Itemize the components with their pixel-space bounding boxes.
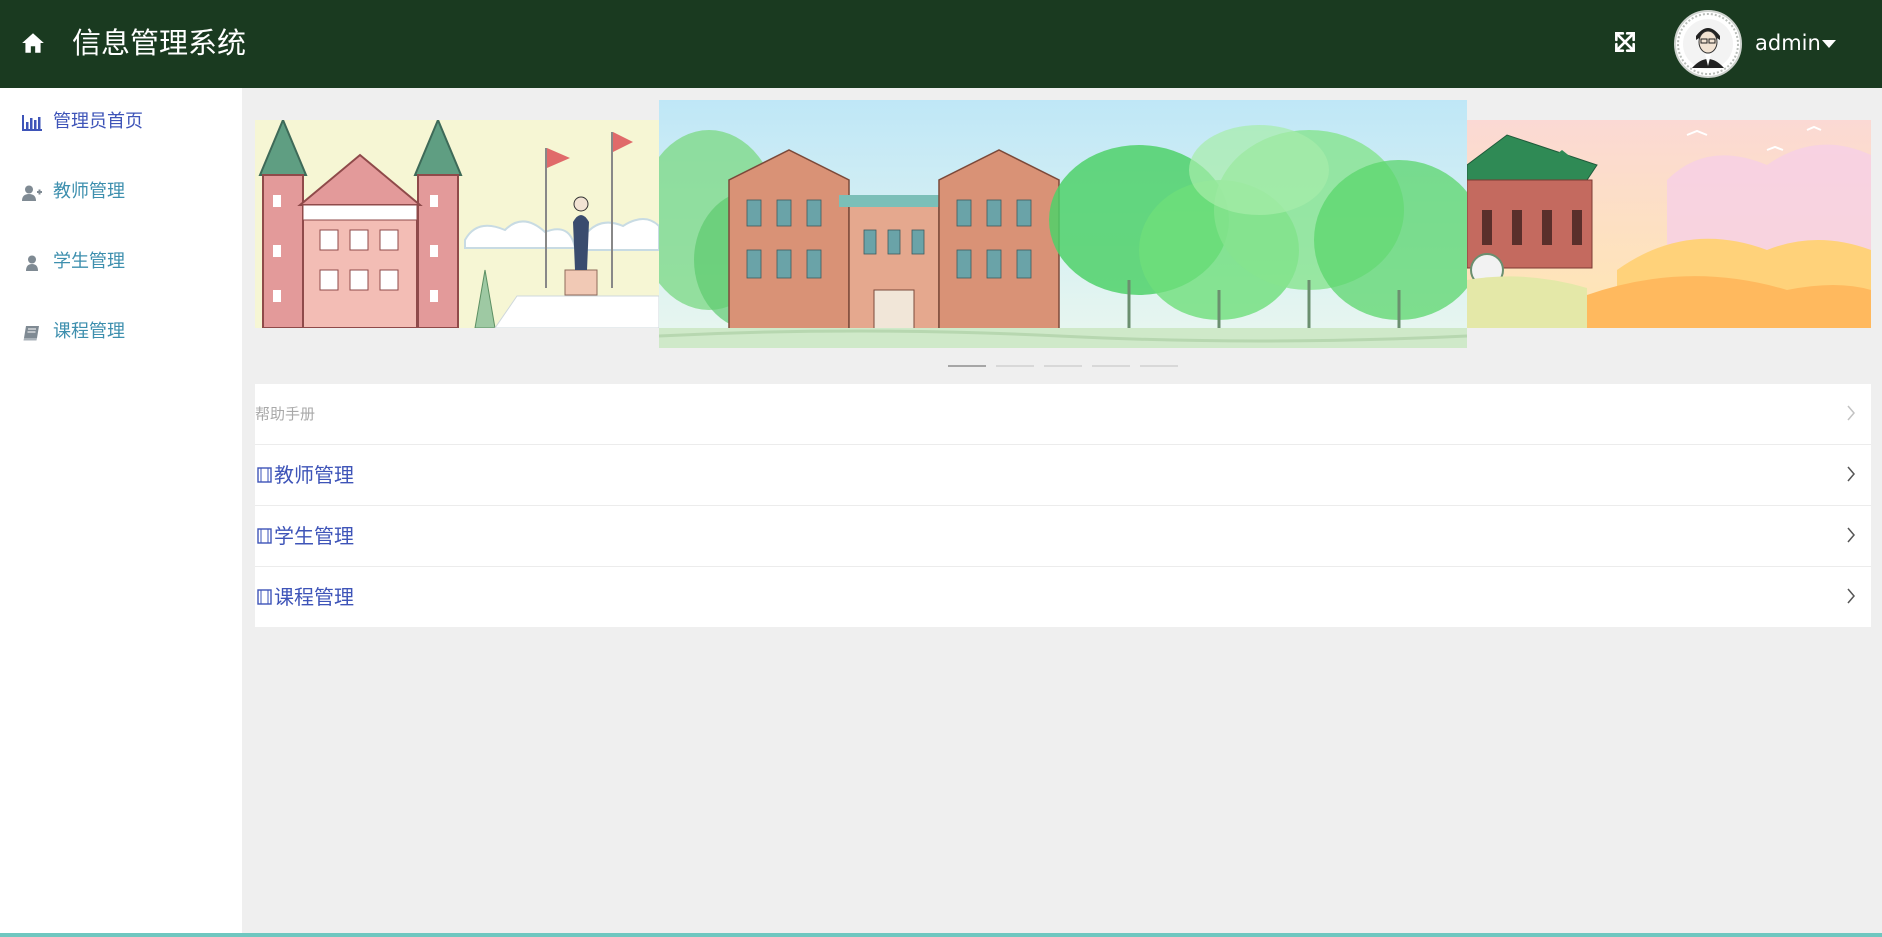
help-item-label: 教师管理 bbox=[274, 463, 354, 487]
carousel-dot[interactable] bbox=[996, 365, 1034, 367]
help-item-label: 学生管理 bbox=[274, 524, 354, 548]
help-item-course-management[interactable]: 课程管理 bbox=[255, 567, 1871, 627]
avatar[interactable] bbox=[1674, 10, 1742, 78]
carousel-dot[interactable] bbox=[1092, 365, 1130, 367]
help-manual-panel: 帮助手册 教师管理 学生管理 课程管理 bbox=[255, 384, 1871, 627]
chevron-right-icon bbox=[1847, 466, 1855, 482]
help-manual-title: 帮助手册 bbox=[255, 405, 316, 423]
user-plus-icon bbox=[22, 185, 42, 201]
carousel-slide-castle[interactable] bbox=[255, 120, 659, 328]
sidebar-item-label: 管理员首页 bbox=[53, 111, 143, 132]
film-icon bbox=[257, 467, 272, 483]
chevron-right-icon bbox=[1847, 588, 1855, 604]
campus-castle-illustration bbox=[255, 120, 659, 328]
user-icon bbox=[26, 255, 38, 271]
sidebar-item-student-management[interactable]: 学生管理 bbox=[0, 238, 242, 288]
book-icon bbox=[23, 326, 39, 341]
help-manual-header[interactable]: 帮助手册 bbox=[255, 384, 1871, 445]
carousel-dot[interactable] bbox=[948, 365, 986, 367]
sidebar-item-admin-home[interactable]: 管理员首页 bbox=[0, 98, 242, 148]
top-navbar: 信息管理系统 admin bbox=[0, 0, 1882, 88]
user-menu-toggle[interactable]: admin bbox=[1755, 29, 1821, 57]
carousel-dot[interactable] bbox=[1044, 365, 1082, 367]
sidebar-item-label: 学生管理 bbox=[53, 251, 125, 272]
caret-down-icon[interactable] bbox=[1822, 40, 1836, 48]
sidebar: 管理员首页 教师管理 学生管理 课程管理 bbox=[0, 88, 242, 933]
sidebar-item-label: 课程管理 bbox=[53, 321, 125, 342]
help-item-teacher-management[interactable]: 教师管理 bbox=[255, 445, 1871, 506]
campus-sunset-illustration bbox=[1467, 120, 1871, 328]
carousel-slide-sunset[interactable] bbox=[1467, 120, 1871, 328]
film-icon bbox=[257, 589, 272, 605]
home-icon[interactable] bbox=[20, 30, 46, 56]
app-title: 信息管理系统 bbox=[72, 26, 247, 60]
help-item-student-management[interactable]: 学生管理 bbox=[255, 506, 1871, 567]
banner-carousel[interactable] bbox=[255, 100, 1871, 350]
fullscreen-icon[interactable] bbox=[1612, 29, 1638, 55]
avatar-portrait-icon bbox=[1677, 13, 1739, 75]
chevron-right-icon bbox=[1847, 405, 1855, 421]
sidebar-item-teacher-management[interactable]: 教师管理 bbox=[0, 168, 242, 218]
help-item-label: 课程管理 bbox=[274, 585, 354, 609]
carousel-dot[interactable] bbox=[1140, 365, 1178, 367]
sidebar-item-course-management[interactable]: 课程管理 bbox=[0, 308, 242, 358]
sidebar-item-label: 教师管理 bbox=[53, 181, 125, 202]
carousel-slide-main-building[interactable] bbox=[659, 100, 1467, 348]
campus-watercolor-illustration bbox=[659, 100, 1467, 348]
film-icon bbox=[257, 528, 272, 544]
bottom-accent-bar bbox=[0, 933, 1882, 937]
carousel-indicators bbox=[948, 365, 1178, 369]
chevron-right-icon bbox=[1847, 527, 1855, 543]
bar-chart-icon bbox=[22, 115, 42, 131]
